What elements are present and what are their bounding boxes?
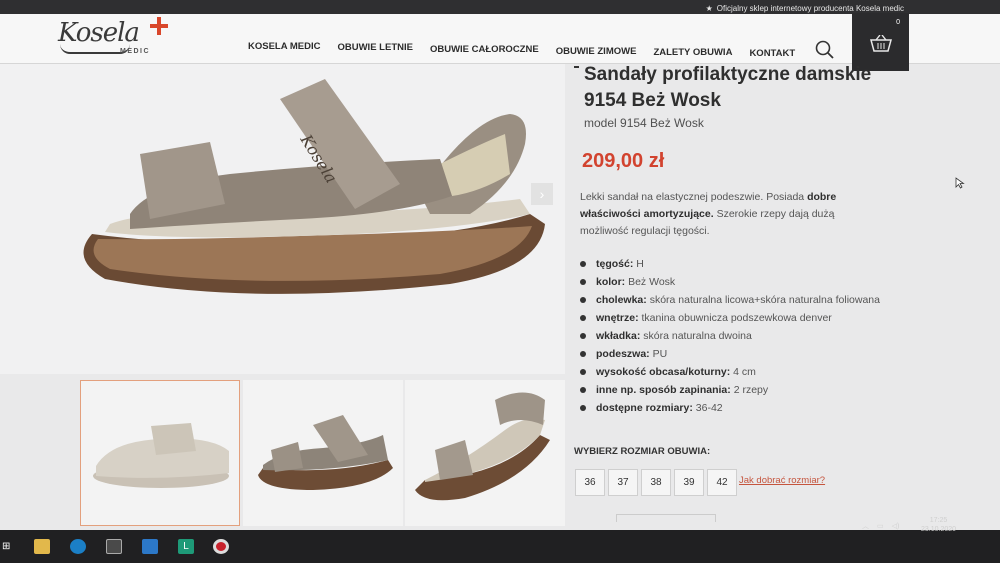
file-explorer-icon[interactable] [34, 539, 50, 554]
thumb-sandal-side [258, 415, 393, 490]
nav-item-obuwie-zimowe[interactable]: OBUWIE ZIMOWE [556, 46, 637, 59]
spec-value: PU [652, 348, 668, 360]
size-option-37[interactable]: 37 [608, 469, 638, 496]
star-icon: ★ [705, 4, 713, 13]
quantity-box-edge [616, 514, 716, 522]
desc-part-1: Lekki sandał na elastycznej podeszwie. P… [580, 191, 808, 203]
spec-key: wysokość obcasa/koturny: [596, 366, 731, 378]
next-image-arrow[interactable]: › [531, 183, 553, 205]
screen: ★ Oficjalny sklep internetowy producenta … [0, 0, 1000, 563]
spec-key: wkładka: [596, 330, 641, 342]
spec-value: H [636, 258, 644, 270]
product-title: Sandały profilaktyczne damskie 9154 Beż … [584, 64, 872, 111]
nav-item-kosela-medic[interactable]: KOSELA MEDIC [248, 41, 320, 59]
edge-icon[interactable] [70, 539, 86, 554]
basket-icon [870, 35, 892, 52]
spec-item: wnętrze: tkanina obuwnicza podszewkowa d… [580, 310, 880, 326]
spec-item: tęgość: H [580, 256, 880, 272]
spec-value: Beż Wosk [628, 276, 676, 288]
nav-item-kontakt[interactable]: KONTAKT [749, 48, 795, 59]
search-button[interactable] [812, 37, 838, 63]
product-description: Lekki sandał na elastycznej podeszwie. P… [580, 189, 880, 240]
spec-item: wysokość obcasa/koturny: 4 cm [580, 364, 880, 380]
spec-item: inne np. sposób zapinania: 2 rzepy [580, 382, 880, 398]
chevron-up-icon[interactable]: ︿ [862, 521, 869, 531]
spec-key: inne np. sposób zapinania: [596, 384, 731, 396]
search-icon [815, 40, 834, 59]
spec-key: cholewka: [596, 294, 647, 306]
clock-time: 17:25 [929, 517, 948, 524]
thumbnail-2[interactable] [243, 380, 403, 526]
spec-value: 2 rzepy [733, 384, 769, 396]
product-main-image[interactable]: Kosela [0, 64, 565, 374]
logo-sub: MEDIC [120, 48, 151, 55]
spec-value: skóra naturalna licowa+skóra naturalna f… [649, 294, 880, 306]
spec-item: cholewka: skóra naturalna licowa+skóra n… [580, 292, 880, 308]
cross-icon [150, 17, 168, 35]
spec-key: kolor: [596, 276, 626, 288]
size-help-link[interactable]: Jak dobrać rozmiar? [739, 475, 825, 486]
spec-key: dostępne rozmiary: [596, 402, 693, 414]
taskbar: ⊞ L [0, 530, 1000, 563]
volume-icon[interactable]: ◁) [892, 522, 900, 530]
size-label: WYBIERZ ROZMIAR OBUWIA: [574, 446, 711, 457]
spec-item: kolor: Beż Wosk [580, 274, 880, 290]
mail-icon[interactable] [142, 539, 158, 554]
nav-item-obuwie-caloroczne[interactable]: OBUWIE CAŁOROCZNE [430, 44, 539, 59]
spec-key: podeszwa: [596, 348, 650, 360]
cart-count: 0 [896, 19, 900, 26]
spec-value: tkanina obuwnicza podszewkowa denver [641, 312, 832, 324]
size-option-36[interactable]: 36 [575, 469, 605, 496]
spec-item: dostępne rozmiary: 36-42 [580, 400, 880, 416]
store-icon[interactable] [106, 539, 122, 554]
spec-value: 4 cm [733, 366, 756, 378]
opera-icon[interactable] [213, 539, 229, 554]
sandal-image: Kosela [83, 79, 545, 294]
product-model: model 9154 Beż Wosk [584, 116, 704, 130]
thumb-sandal-angle [415, 392, 550, 501]
logo[interactable]: Kosela MEDIC [58, 17, 178, 62]
clock-date: 23.10.2020 [921, 526, 957, 533]
size-option-38[interactable]: 38 [641, 469, 671, 496]
notice-text: Oficjalny sklep internetowy producenta K… [716, 4, 904, 13]
product-price: 209,00 zł [582, 150, 665, 172]
app-l-icon[interactable]: L [178, 539, 194, 554]
nav-item-obuwie-letnie[interactable]: OBUWIE LETNIE [337, 42, 412, 59]
thumb-sandal-front [93, 423, 229, 488]
spec-key: wnętrze: [596, 312, 639, 324]
size-option-42[interactable]: 42 [707, 469, 737, 496]
thumbnail-3[interactable] [405, 380, 565, 526]
clock[interactable]: 17:25 23.10.2020 [921, 516, 956, 534]
main-nav: KOSELA MEDIC OBUWIE LETNIE OBUWIE CAŁORO… [248, 41, 812, 59]
spec-value: skóra naturalna dwoina [643, 330, 752, 342]
mouse-cursor-icon [955, 177, 965, 189]
windows-start-icon[interactable]: ⊞ [2, 541, 10, 552]
size-options: 36 37 38 39 42 [575, 469, 737, 496]
network-icon[interactable]: ▭ [877, 522, 884, 530]
size-option-39[interactable]: 39 [674, 469, 704, 496]
spec-key: tęgość: [596, 258, 634, 270]
nav-item-zalety-obuwia[interactable]: ZALETY OBUWIA [653, 47, 732, 59]
system-tray: ︿ ▭ ◁) [862, 521, 899, 531]
title-accent-line [574, 66, 579, 68]
spec-value: 36-42 [695, 402, 723, 414]
header: Kosela MEDIC KOSELA MEDIC OBUWIE LETNIE … [0, 14, 1000, 64]
thumbnail-1[interactable] [80, 380, 240, 526]
spec-item: podeszwa: PU [580, 346, 880, 362]
spec-item: wkładka: skóra naturalna dwoina [580, 328, 880, 344]
spec-list: tęgość: H kolor: Beż Wosk cholewka: skór… [580, 256, 880, 418]
